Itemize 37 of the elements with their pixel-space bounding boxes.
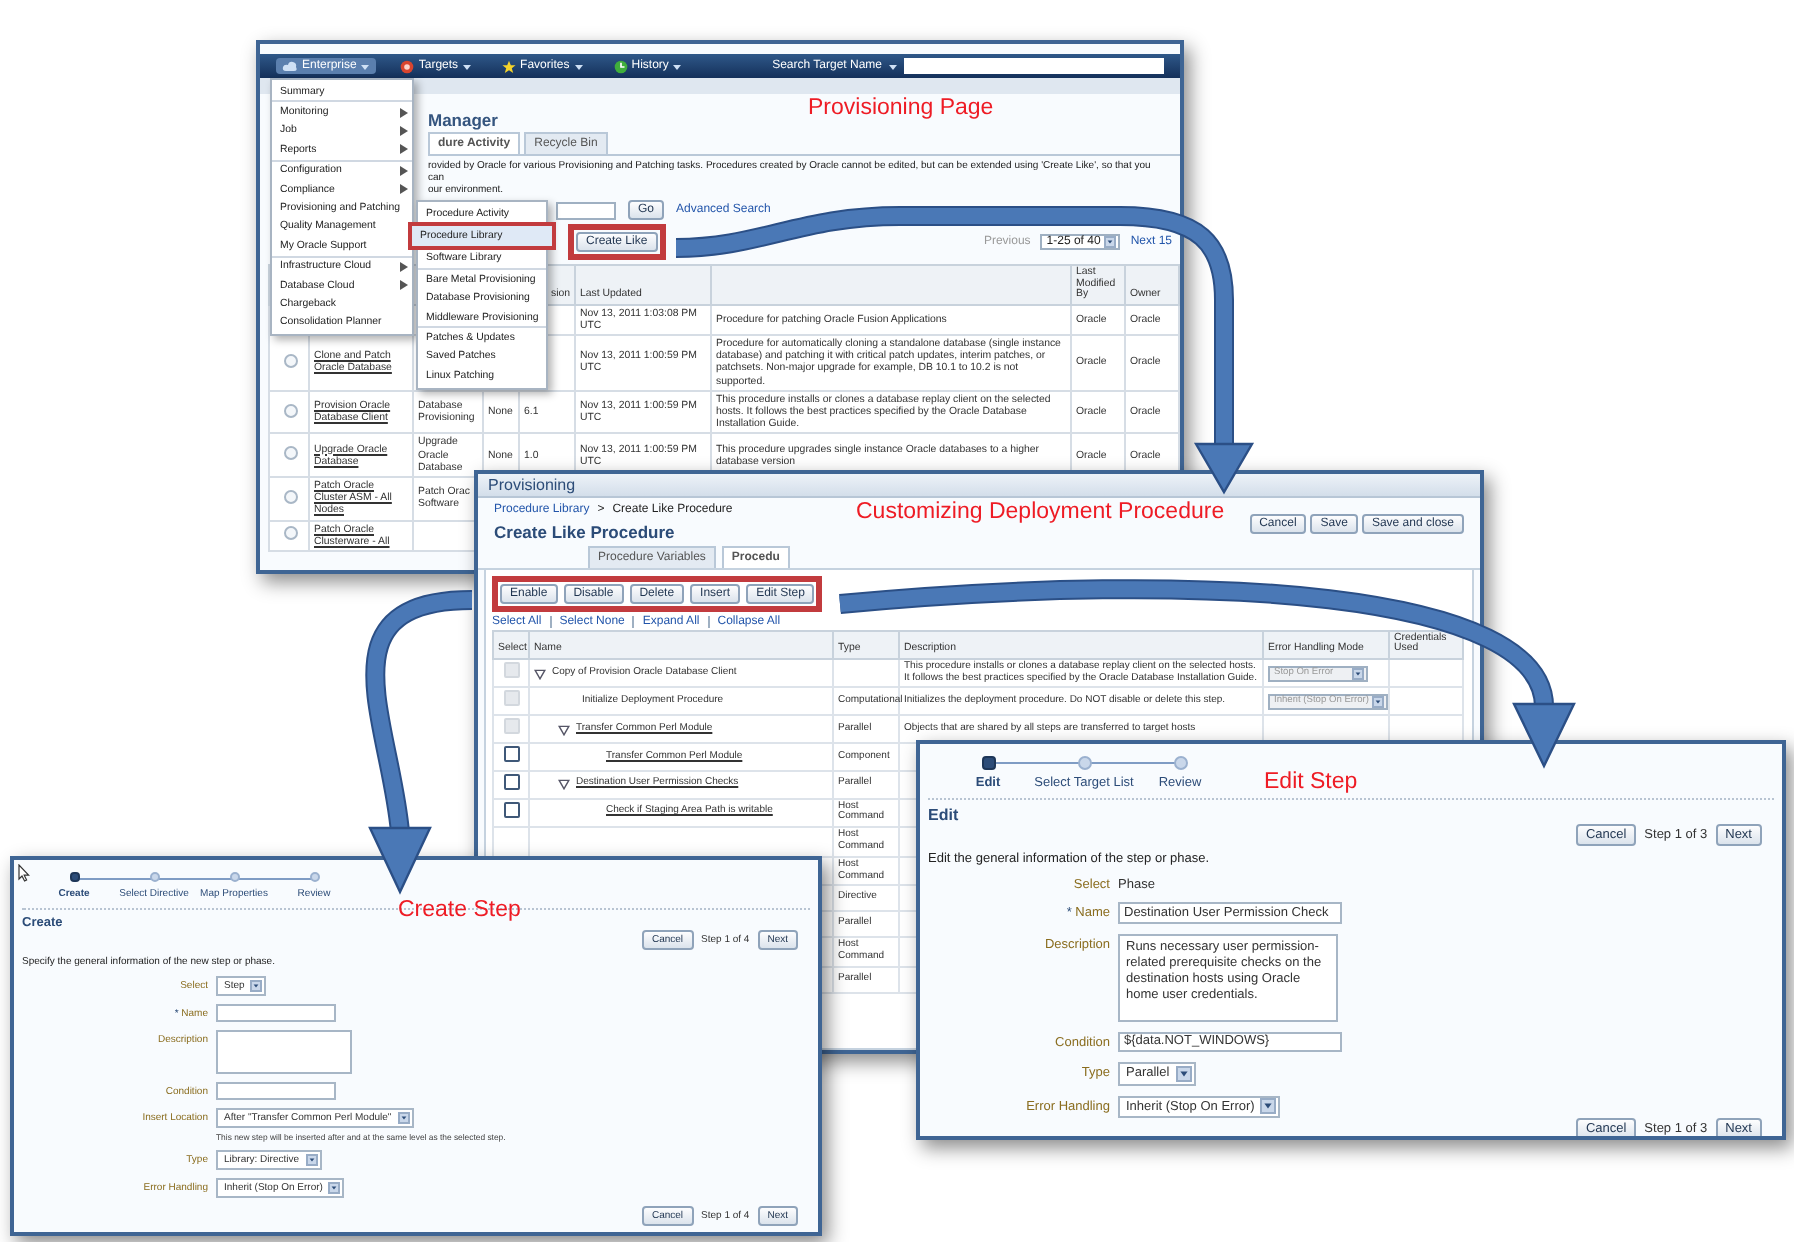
radio-button[interactable] bbox=[284, 526, 298, 541]
caret-icon bbox=[1372, 695, 1385, 708]
caret-icon bbox=[1175, 1065, 1192, 1082]
text-field[interactable] bbox=[216, 1082, 336, 1100]
caret-icon bbox=[360, 61, 371, 71]
caret-icon bbox=[1104, 236, 1117, 249]
target-icon bbox=[400, 59, 415, 73]
caret-icon bbox=[1352, 667, 1364, 680]
caret-icon bbox=[305, 1154, 318, 1166]
search-field[interactable] bbox=[904, 58, 1164, 74]
caret-icon bbox=[250, 980, 263, 992]
caret-icon bbox=[328, 1182, 341, 1194]
search-field[interactable] bbox=[556, 201, 616, 220]
window-title: Provisioning bbox=[488, 476, 576, 494]
caret-icon bbox=[672, 61, 683, 71]
radio-button[interactable] bbox=[284, 446, 298, 461]
caption-label: Provisioning Page bbox=[808, 96, 994, 120]
cloud-icon bbox=[282, 60, 298, 72]
caption-label: Customizing Deployment Procedure bbox=[856, 500, 1225, 524]
radio-button[interactable] bbox=[284, 489, 298, 504]
section-heading: Edit bbox=[926, 804, 961, 824]
radio-button[interactable] bbox=[284, 403, 298, 418]
star-icon bbox=[502, 59, 517, 73]
text-field[interactable] bbox=[216, 1004, 336, 1022]
caret-icon bbox=[462, 61, 473, 71]
caption-label: Create Step bbox=[398, 898, 521, 922]
page-title: Manager bbox=[428, 110, 498, 130]
radio-button[interactable] bbox=[284, 353, 298, 368]
clock-icon bbox=[613, 59, 628, 73]
caret-icon bbox=[888, 61, 898, 71]
page-title: Create Like Procedure bbox=[494, 522, 677, 542]
mouse-pointer-icon bbox=[18, 864, 30, 882]
caption-label: Edit Step bbox=[1264, 770, 1358, 794]
caret-icon bbox=[573, 61, 584, 71]
caret-icon bbox=[1260, 1098, 1277, 1115]
caret-icon bbox=[397, 1112, 410, 1124]
text-area[interactable] bbox=[216, 1030, 352, 1074]
